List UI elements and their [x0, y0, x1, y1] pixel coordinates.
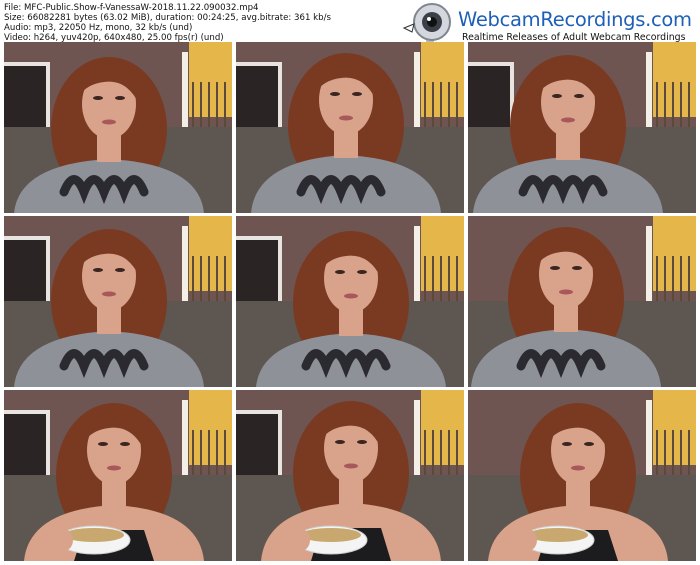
video-frame-image	[4, 216, 232, 387]
thumbnail-frame	[236, 216, 464, 387]
thumbnail-frame	[236, 42, 464, 213]
thumbnail-frame	[4, 216, 232, 387]
video-frame-image	[468, 216, 696, 387]
video-frame-image	[236, 42, 464, 213]
thumbnail-frame	[236, 390, 464, 561]
thumbnail-frame	[468, 390, 696, 561]
video-frame-image	[236, 390, 464, 561]
file-name-line: File: MFC-Public.Show-f-VanessaW-2018.11…	[4, 3, 259, 13]
video-frame-image	[236, 216, 464, 387]
video-frame-image	[4, 390, 232, 561]
thumbnail-frame	[4, 42, 232, 213]
file-size-line: Size: 66082281 bytes (63.02 MiB), durati…	[4, 13, 331, 23]
logo-wordmark: WebcamRecordings.com	[458, 8, 692, 31]
thumbnail-frame	[468, 42, 696, 213]
thumbnail-grid	[4, 42, 696, 562]
video-frame-image	[468, 390, 696, 561]
video-frame-image	[468, 42, 696, 213]
file-info: File: MFC-Public.Show-f-VanessaW-2018.11…	[4, 3, 404, 43]
thumbnail-frame	[4, 390, 232, 561]
thumbnail-frame	[468, 216, 696, 387]
video-frame-image	[4, 42, 232, 213]
audio-info-line: Audio: mp3, 22050 Hz, mono, 32 kb/s (und…	[4, 23, 193, 33]
